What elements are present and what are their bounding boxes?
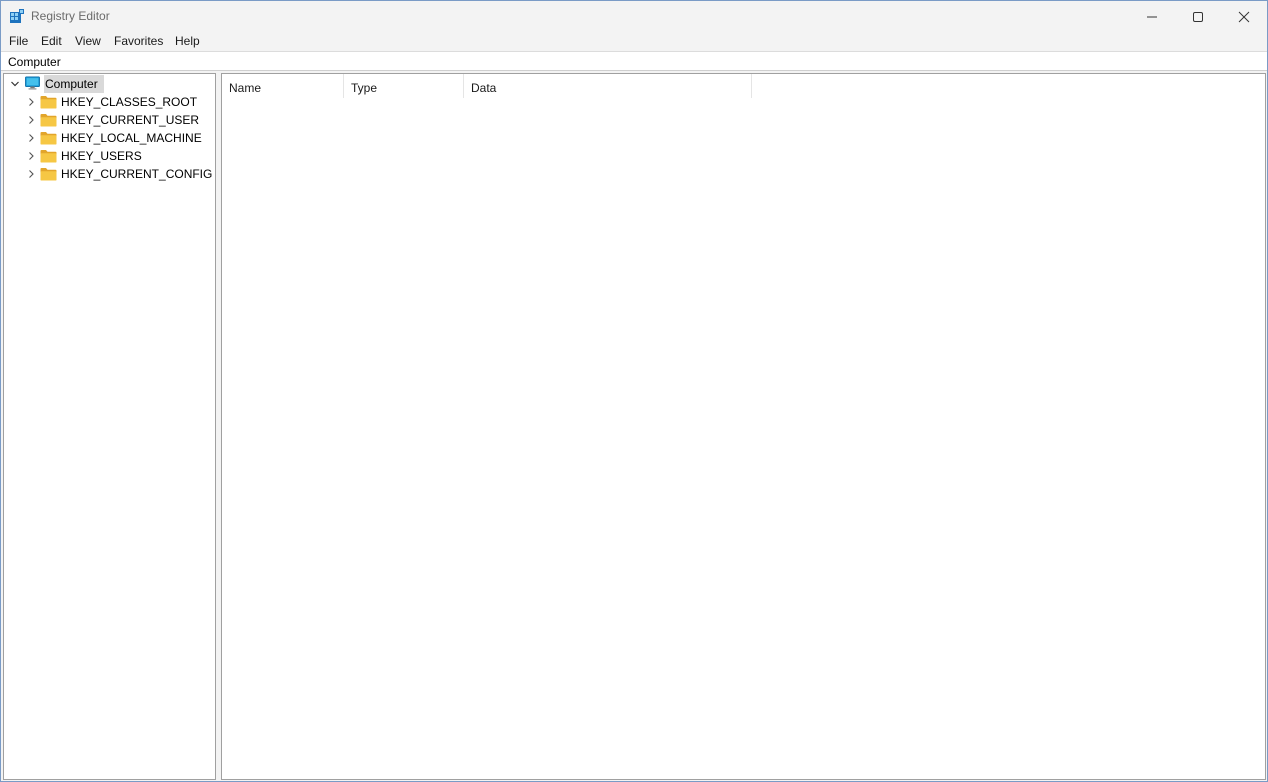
column-label: Name [229, 81, 262, 95]
registry-editor-window: Registry Editor File Edit View Favorites… [0, 0, 1268, 782]
tree-item-hkey-current-user[interactable]: HKEY_CURRENT_USER [4, 111, 215, 129]
close-icon [1238, 11, 1250, 22]
tree-expander[interactable] [25, 93, 37, 111]
column-header-name[interactable]: Name [222, 74, 344, 98]
column-label: Type [351, 81, 378, 95]
chevron-right-icon [29, 98, 34, 106]
tree-label: HKEY_CLASSES_ROOT [61, 95, 198, 109]
maximize-button[interactable] [1175, 1, 1221, 32]
window-title: Registry Editor [31, 9, 110, 23]
column-header-data[interactable]: Data [464, 74, 752, 98]
key-tree-pane[interactable]: Computer HKEY_CLASSES_ROOT HKEY_CURRENT_… [3, 73, 216, 780]
tree-label: HKEY_CURRENT_CONFIG [61, 167, 213, 181]
column-header-type[interactable]: Type [344, 74, 464, 98]
chevron-right-icon [29, 116, 34, 124]
tree-label: HKEY_LOCAL_MACHINE [61, 131, 202, 145]
address-bar[interactable]: Computer [1, 51, 1267, 71]
menu-view[interactable]: View [75, 34, 101, 48]
tree-expander[interactable] [25, 111, 37, 129]
close-button[interactable] [1221, 1, 1267, 32]
tree-label-computer: Computer [45, 77, 98, 91]
minimize-button[interactable] [1129, 1, 1175, 32]
tree-expander[interactable] [25, 129, 37, 147]
tree-label: HKEY_USERS [61, 149, 142, 163]
chevron-right-icon [29, 134, 34, 142]
chevron-down-icon [11, 81, 19, 87]
menu-bar: File Edit View Favorites Help [1, 32, 1267, 51]
folder-icon [40, 168, 57, 181]
tree-label: HKEY_CURRENT_USER [61, 113, 200, 127]
tree-expander[interactable] [25, 147, 37, 165]
registry-editor-icon [10, 9, 24, 23]
maximize-icon [1193, 11, 1203, 22]
tree-item-hkey-local-machine[interactable]: HKEY_LOCAL_MACHINE [4, 129, 215, 147]
computer-icon [25, 76, 40, 90]
chevron-right-icon [29, 152, 34, 160]
menu-help[interactable]: Help [175, 34, 200, 48]
minimize-icon [1147, 16, 1157, 17]
tree-item-hkey-current-config[interactable]: HKEY_CURRENT_CONFIG [4, 165, 215, 183]
menu-edit[interactable]: Edit [41, 34, 62, 48]
tree-item-hkey-classes-root[interactable]: HKEY_CLASSES_ROOT [4, 93, 215, 111]
address-path[interactable]: Computer [8, 55, 61, 69]
menu-file[interactable]: File [9, 34, 28, 48]
tree-expander[interactable] [25, 165, 37, 183]
title-bar[interactable]: Registry Editor [1, 1, 1267, 32]
menu-favorites[interactable]: Favorites [114, 34, 163, 48]
tree-item-hkey-users[interactable]: HKEY_USERS [4, 147, 215, 165]
folder-icon [40, 150, 57, 163]
folder-icon [40, 132, 57, 145]
values-list-pane[interactable]: Name Type Data [221, 73, 1266, 780]
chevron-right-icon [29, 170, 34, 178]
folder-icon [40, 96, 57, 109]
column-label: Data [471, 81, 497, 95]
tree-item-computer[interactable]: Computer [4, 75, 215, 93]
folder-icon [40, 114, 57, 127]
tree-expander-computer[interactable] [9, 75, 21, 93]
